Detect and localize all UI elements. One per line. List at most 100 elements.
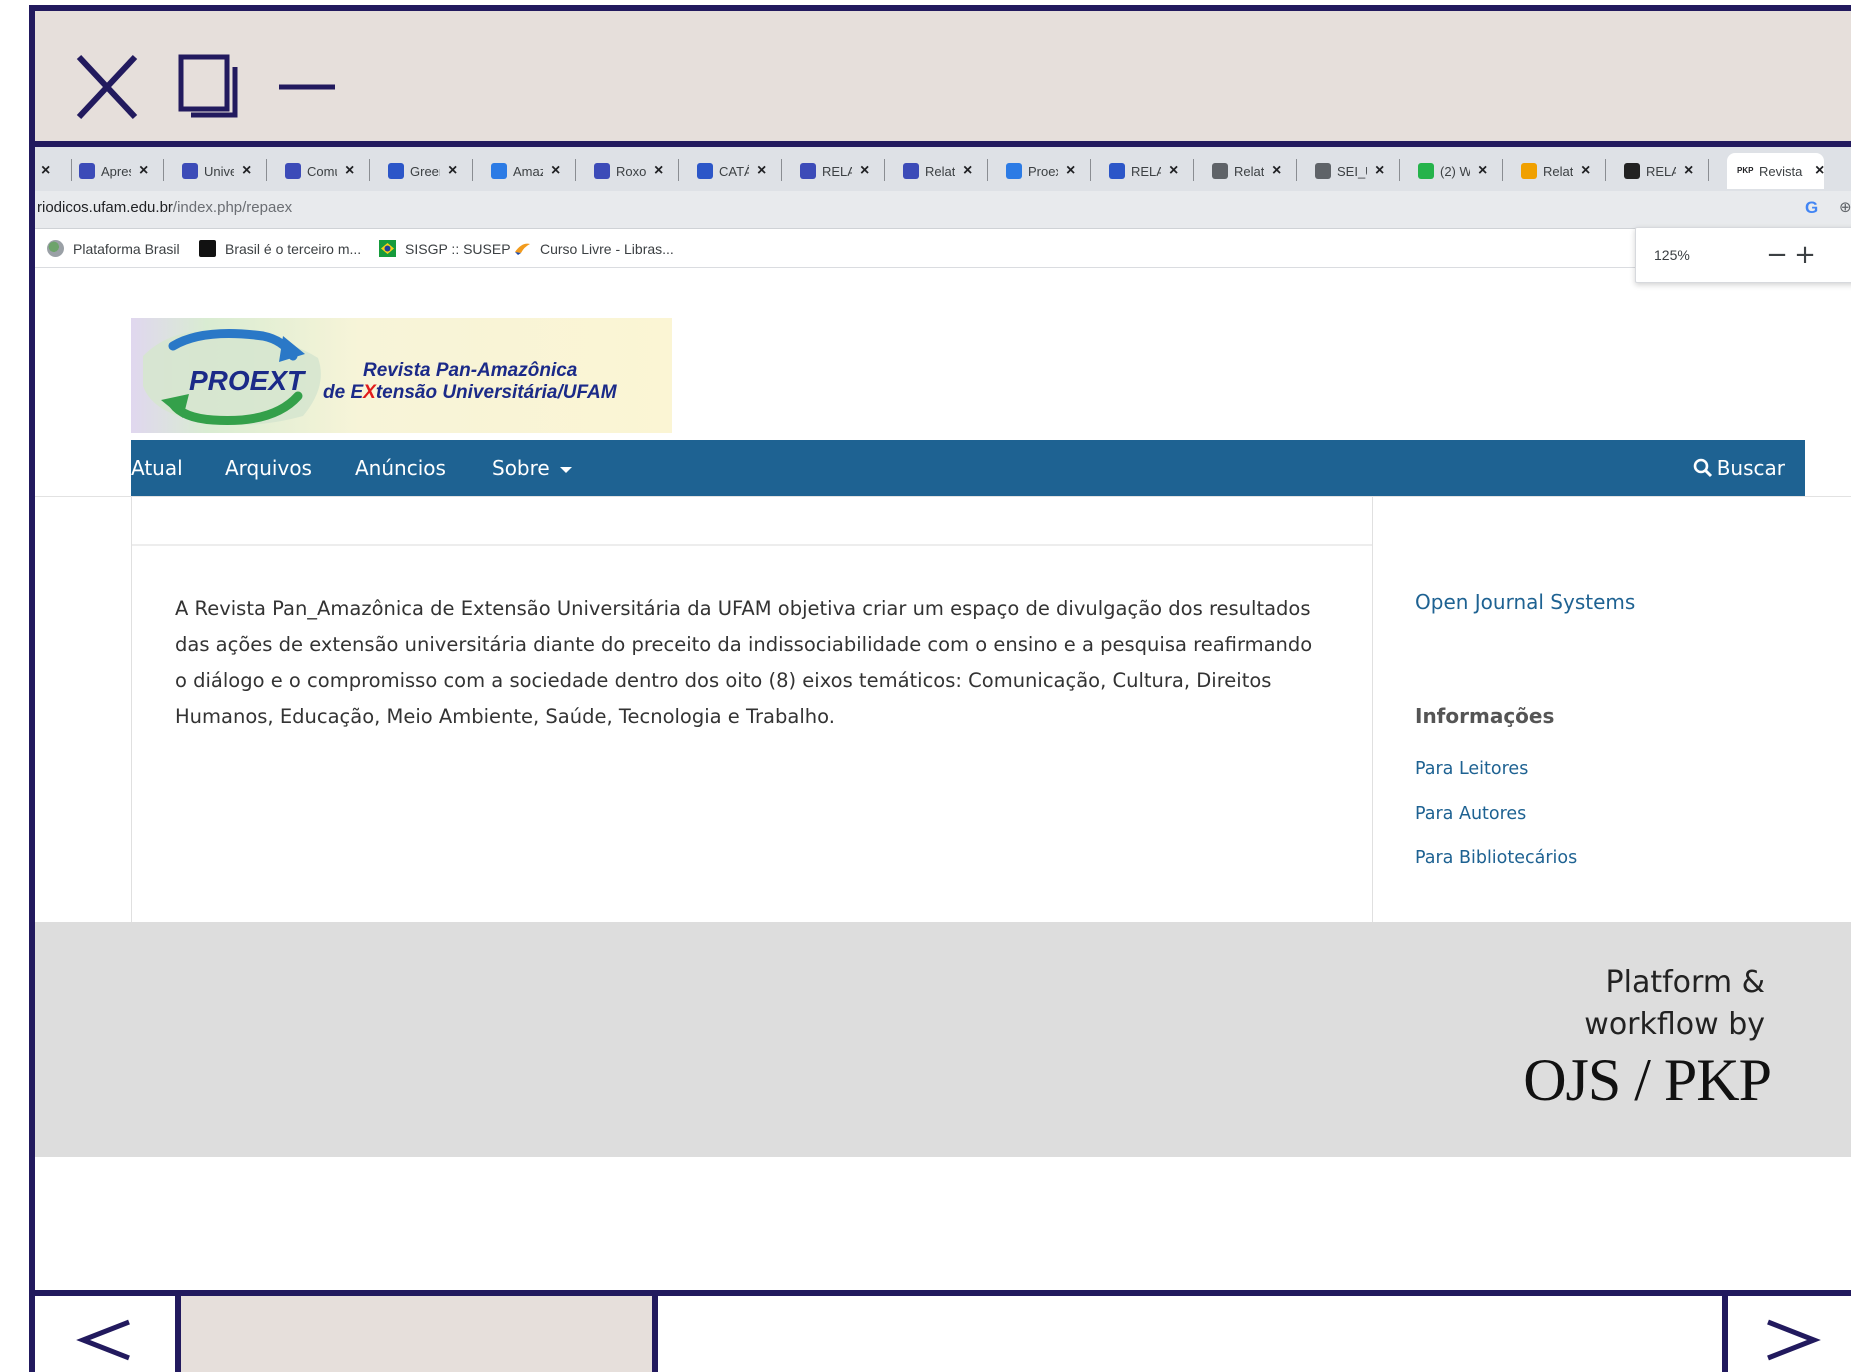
- tab-close-icon[interactable]: ×: [1815, 162, 1824, 180]
- browser-tab[interactable]: ×: [41, 153, 50, 189]
- tab-close-icon[interactable]: ×: [448, 162, 457, 180]
- extension-icon[interactable]: ⊕: [1839, 198, 1851, 216]
- para-bibliotecarios-link[interactable]: Para Bibliotecários: [1415, 848, 1577, 868]
- whatsapp-icon: [1418, 163, 1434, 179]
- browser-tab[interactable]: Amazônia ×: [491, 153, 560, 189]
- d-icon: [1624, 163, 1640, 179]
- tab-close-icon[interactable]: ×: [654, 162, 663, 180]
- tab-title: Relatório: [1543, 163, 1573, 179]
- horizontal-scrollbar: [35, 1290, 1851, 1372]
- tab-close-icon[interactable]: ×: [1169, 162, 1178, 180]
- extension-icon: [594, 163, 610, 179]
- nav-anuncios[interactable]: Anúncios: [355, 456, 446, 480]
- close-icon[interactable]: [75, 53, 139, 121]
- tab-title: Relatório: [925, 163, 955, 179]
- browser-tab[interactable]: Roxo ×: [594, 153, 663, 189]
- bookmark-curso-libras[interactable]: Curso Livre - Libras...: [514, 240, 674, 257]
- scroll-thumb[interactable]: [181, 1296, 658, 1372]
- address-bar[interactable]: riodicos.ufam.edu.br/index.php/repaex G …: [35, 191, 1851, 229]
- globe-icon: [1006, 163, 1022, 179]
- tab-separator: [266, 159, 267, 181]
- tab-close-icon[interactable]: ×: [139, 162, 148, 180]
- browser-tab[interactable]: RELATÓRIO ×: [1624, 153, 1693, 189]
- tab-close-icon[interactable]: ×: [345, 162, 354, 180]
- content-divider: [132, 544, 1372, 546]
- slides-icon: [1521, 163, 1537, 179]
- tab-close-icon[interactable]: ×: [242, 162, 251, 180]
- bookmark-sisgp[interactable]: SISGP :: SUSEP: [379, 240, 511, 257]
- browser-tab[interactable]: Relatório ×: [903, 153, 972, 189]
- tab-separator: [1708, 159, 1709, 181]
- browser-tab[interactable]: Proext ×: [1006, 153, 1075, 189]
- chevron-right-icon: [1767, 1319, 1821, 1361]
- tab-title: RELATÓRIO: [1646, 163, 1676, 179]
- tab-title: SEI_UFAM: [1337, 163, 1367, 179]
- tab-title: Revista: [1759, 163, 1803, 179]
- browser-tab[interactable]: SEI_UFAM ×: [1315, 153, 1384, 189]
- browser-tab[interactable]: PKP Revista ×: [1727, 153, 1825, 189]
- tab-close-icon[interactable]: ×: [1581, 162, 1590, 180]
- nav-arquivos[interactable]: Arquivos: [225, 456, 312, 480]
- tab-close-icon[interactable]: ×: [1684, 162, 1693, 180]
- ojs-pkp-logo[interactable]: OJS / PKP: [1523, 1046, 1772, 1115]
- tab-separator: [1193, 159, 1194, 181]
- tab-close-icon[interactable]: ×: [551, 162, 560, 180]
- bookmark-brasil-terceiro[interactable]: Brasil é o terceiro m...: [199, 240, 361, 257]
- tab-separator: [575, 159, 576, 181]
- journal-logo[interactable]: PROEXT Revista Pan-Amazônica de EXtensão…: [131, 318, 672, 433]
- browser-tab[interactable]: CATÁLOGO ×: [697, 153, 766, 189]
- zoom-in-button[interactable]: +: [1791, 238, 1819, 272]
- minimize-icon[interactable]: [277, 53, 337, 121]
- browser-tab[interactable]: Relatório ×: [1212, 153, 1281, 189]
- nav-sobre[interactable]: Sobre: [492, 456, 572, 480]
- browser-tab[interactable]: Comunicação ×: [285, 153, 354, 189]
- tab-strip: ×Apresentação×Universidade×Comunicação×G…: [35, 147, 1851, 191]
- open-journal-systems-link[interactable]: Open Journal Systems: [1415, 590, 1635, 614]
- tab-title: Apresentação: [101, 163, 131, 179]
- browser-tab[interactable]: Universidade ×: [182, 153, 251, 189]
- para-autores-link[interactable]: Para Autores: [1415, 804, 1526, 824]
- print-icon: [1109, 163, 1125, 179]
- tab-close-icon[interactable]: ×: [1375, 162, 1384, 180]
- satellite-icon: [47, 240, 64, 257]
- tab-separator: [884, 159, 885, 181]
- tab-title: CATÁLOGO: [719, 163, 749, 179]
- nav-atual[interactable]: Atual: [131, 456, 183, 480]
- scroll-right-button[interactable]: [1722, 1296, 1851, 1372]
- browser-tab[interactable]: (2) WhatsApp ×: [1418, 153, 1487, 189]
- url-text[interactable]: riodicos.ufam.edu.br/index.php/repaex: [37, 199, 292, 216]
- tab-close-icon[interactable]: ×: [963, 162, 972, 180]
- tab-separator: [472, 159, 473, 181]
- scroll-left-button[interactable]: [35, 1296, 181, 1372]
- footer-credit: Platform & workflow by: [1584, 965, 1765, 1042]
- tab-separator: [1090, 159, 1091, 181]
- browser-tab[interactable]: Relatório ×: [1521, 153, 1590, 189]
- search-button[interactable]: Buscar: [1693, 456, 1785, 480]
- logo-title-line2: de EXtensão Universitária/UFAM: [323, 382, 617, 403]
- zoom-out-button[interactable]: −: [1763, 238, 1791, 272]
- tab-title: (2) WhatsApp: [1440, 163, 1470, 179]
- zoom-popup: 125% − +: [1635, 227, 1851, 283]
- tab-close-icon[interactable]: ×: [1066, 162, 1075, 180]
- maximize-icon[interactable]: [177, 53, 241, 121]
- tab-close-icon[interactable]: ×: [860, 162, 869, 180]
- sidebar: Open Journal Systems Informações Para Le…: [1415, 497, 1835, 923]
- browser-tab[interactable]: Green ×: [388, 153, 457, 189]
- tab-separator: [678, 159, 679, 181]
- world-icon: [1212, 163, 1228, 179]
- browser-tab[interactable]: Apresentação ×: [79, 153, 148, 189]
- para-leitores-link[interactable]: Para Leitores: [1415, 759, 1528, 779]
- tab-close-icon[interactable]: ×: [1478, 162, 1487, 180]
- browser-tab[interactable]: RELATÓRIO ×: [1109, 153, 1178, 189]
- google-icon[interactable]: G: [1805, 198, 1818, 218]
- browser-tab[interactable]: RELATÓRIO ×: [800, 153, 869, 189]
- tab-close-icon[interactable]: ×: [1272, 162, 1281, 180]
- tab-close-icon[interactable]: ×: [41, 162, 50, 180]
- tab-separator: [1296, 159, 1297, 181]
- logo-title-line1: Revista Pan-Amazônica: [363, 360, 578, 381]
- extension-icon: [903, 163, 919, 179]
- logo-badge-text: PROEXT: [189, 365, 307, 396]
- tab-title: Universidade: [204, 163, 234, 179]
- bookmark-plataforma-brasil[interactable]: Plataforma Brasil: [47, 240, 180, 257]
- tab-close-icon[interactable]: ×: [757, 162, 766, 180]
